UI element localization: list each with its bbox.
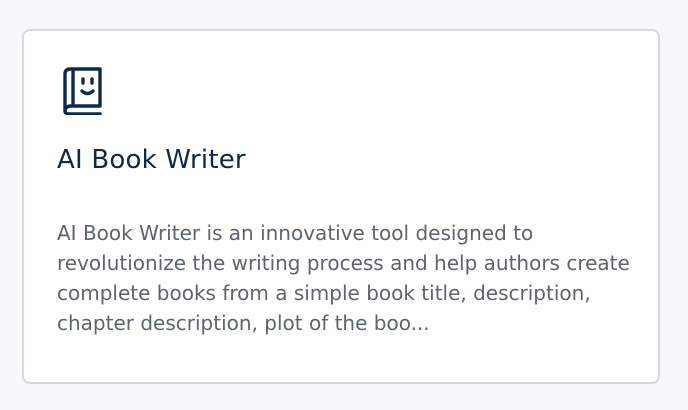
book-smiley-icon: [61, 65, 105, 115]
book-writer-card[interactable]: AI Book Writer AI Book Writer is an inno…: [22, 29, 660, 384]
card-title: AI Book Writer: [57, 145, 246, 175]
card-description: AI Book Writer is an innovative tool des…: [57, 221, 630, 335]
